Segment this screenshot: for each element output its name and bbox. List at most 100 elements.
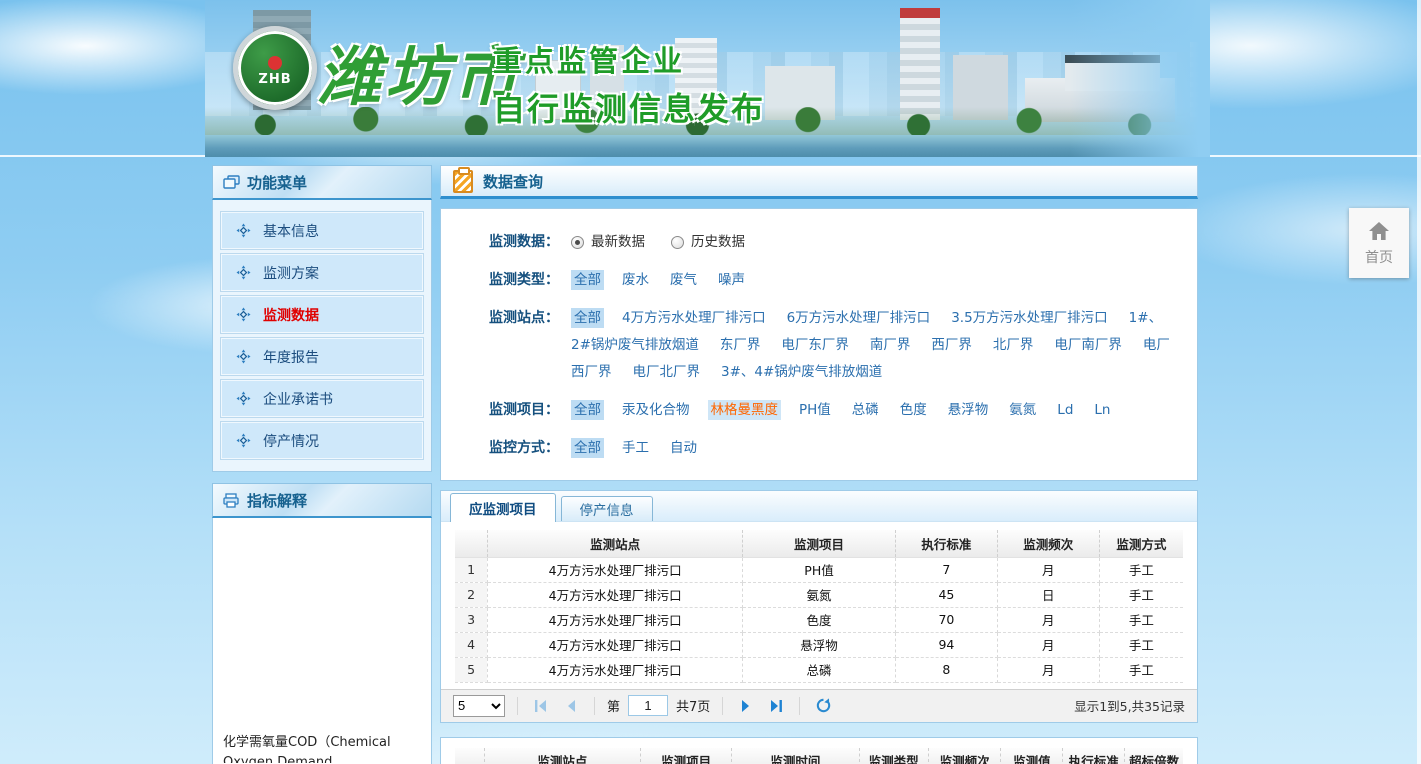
type-option-link[interactable]: 噪声	[715, 270, 748, 290]
item-option-link[interactable]: Ln	[1091, 400, 1113, 420]
station-option-link[interactable]: 电厂东厂界	[778, 335, 852, 355]
table1-col-standard: 执行标准	[895, 530, 997, 557]
compass-diamond-icon	[236, 265, 251, 280]
sidebar-menu-item[interactable]: 监测数据	[221, 296, 423, 333]
item-option-link[interactable]: 全部	[571, 400, 604, 420]
table1-col-method: 监测方式	[1099, 530, 1183, 557]
item-option-link[interactable]: 总磷	[849, 400, 882, 420]
next-page-button[interactable]	[735, 695, 757, 717]
item-option-link[interactable]: 林格曼黑度	[708, 400, 782, 420]
tab-monitoring-items[interactable]: 应监测项目	[450, 493, 556, 522]
home-button[interactable]: 首页	[1349, 208, 1409, 278]
cell-freq: 月	[997, 557, 1099, 582]
sidebar-menu-item-label: 监测数据	[263, 305, 319, 325]
item-option-link[interactable]: Ld	[1054, 400, 1076, 420]
main-panel: 数据查询 监测数据： 最新数据 历史数据 监测类型：	[440, 165, 1198, 764]
tab-shutdown-info[interactable]: 停产信息	[561, 496, 653, 521]
sidebar-menu-body: 基本信息 监测方案	[212, 200, 432, 472]
results-table-box: 监测站点 监测项目 监测时间 监测类型 监测频次 监测值 执行标准 超标倍数 1	[440, 737, 1198, 764]
station-option-link[interactable]: 6万方污水处理厂排污口	[784, 308, 934, 328]
indicator-header: 指标解释	[212, 483, 432, 518]
cell-item: 总磷	[743, 657, 896, 682]
cell-method: 手工	[1099, 557, 1183, 582]
station-option-link[interactable]: 全部	[571, 308, 604, 328]
content-area: 功能菜单 基本信息	[212, 165, 1198, 764]
station-option-link[interactable]: 东厂界	[717, 335, 764, 355]
radio-latest-data[interactable]: 最新数据	[571, 229, 645, 256]
compass-diamond-icon	[236, 223, 251, 238]
first-page-button[interactable]	[530, 695, 552, 717]
type-option-link[interactable]: 全部	[571, 270, 604, 290]
cell-standard: 70	[895, 607, 997, 632]
sidebar-menu-item[interactable]: 企业承诺书	[221, 380, 423, 417]
page-size-select[interactable]: 5	[453, 695, 505, 717]
item-option-link[interactable]: 汞及化合物	[619, 400, 693, 420]
compass-diamond-icon	[236, 433, 251, 448]
filter-row-item: 监测项目： 全部汞及化合物林格曼黑度PH值总磷色度悬浮物氨氮LdLn	[489, 397, 1179, 424]
station-option-link[interactable]: 3#、4#锅炉废气排放烟道	[718, 362, 885, 382]
prev-page-button[interactable]	[560, 695, 582, 717]
method-option-link[interactable]: 全部	[571, 438, 604, 458]
method-option-link[interactable]: 自动	[667, 438, 700, 458]
page-prefix: 第	[607, 696, 620, 715]
station-option-link[interactable]: 3.5万方污水处理厂排污口	[948, 308, 1110, 328]
radio-history-icon[interactable]	[671, 236, 684, 249]
station-option-link[interactable]: 电厂南厂界	[1051, 335, 1125, 355]
row-number: 2	[455, 582, 488, 607]
station-option-link[interactable]: 北厂界	[990, 335, 1037, 355]
radio-latest-icon[interactable]	[571, 236, 584, 249]
sidebar-menu-item[interactable]: 年度报告	[221, 338, 423, 375]
row-number: 3	[455, 607, 488, 632]
table1-wrap: 监测站点 监测项目 执行标准 监测频次 监测方式 1 4万方污水处理厂排污口	[441, 522, 1197, 683]
page-number-input[interactable]	[628, 695, 668, 716]
table1-col-item: 监测项目	[743, 530, 896, 557]
sidebar-menu-item[interactable]: 基本信息	[221, 212, 423, 249]
item-option-link[interactable]: PH值	[796, 400, 834, 420]
query-title: 数据查询	[483, 171, 543, 192]
cell-station: 4万方污水处理厂排污口	[488, 607, 743, 632]
home-icon	[1367, 220, 1391, 242]
table1-row[interactable]: 4 4万方污水处理厂排污口 悬浮物 94 月 手工	[455, 632, 1183, 657]
marquee-line1: 化学需氧量COD（Chemical	[223, 733, 421, 753]
cell-freq: 月	[997, 657, 1099, 682]
record-summary: 显示1到5,共35记录	[1074, 696, 1185, 715]
table1-row[interactable]: 1 4万方污水处理厂排污口 PH值 7 月 手工	[455, 557, 1183, 582]
tab-bar: 应监测项目 停产信息	[441, 491, 1197, 522]
sidebar-menu-item-label: 监测方案	[263, 263, 319, 283]
item-option-link[interactable]: 氨氮	[1006, 400, 1039, 420]
station-option-link[interactable]: 电厂北厂界	[630, 362, 704, 382]
radio-history-data[interactable]: 历史数据	[671, 229, 745, 256]
sidebar-menu-item[interactable]: 停产情况	[221, 422, 423, 459]
results-table: 监测站点 监测项目 监测时间 监测类型 监测频次 监测值 执行标准 超标倍数 1	[455, 748, 1183, 764]
cell-item: 色度	[743, 607, 896, 632]
scrollbar-track[interactable]	[1417, 0, 1421, 764]
cell-freq: 日	[997, 582, 1099, 607]
cell-station: 4万方污水处理厂排污口	[488, 632, 743, 657]
table2-col-value: 监测值	[1001, 748, 1063, 764]
table2-col-ratio: 超标倍数	[1125, 748, 1183, 764]
station-option-link[interactable]: 4万方污水处理厂排污口	[619, 308, 769, 328]
table2-col-time: 监测时间	[732, 748, 859, 764]
item-option-link[interactable]: 悬浮物	[945, 400, 992, 420]
table1-row[interactable]: 5 4万方污水处理厂排污口 总磷 8 月 手工	[455, 657, 1183, 682]
table1-row[interactable]: 2 4万方污水处理厂排污口 氨氮 45 日 手工	[455, 582, 1183, 607]
table1-row[interactable]: 3 4万方污水处理厂排污口 色度 70 月 手工	[455, 607, 1183, 632]
station-option-link[interactable]: 南厂界	[867, 335, 914, 355]
method-option-link[interactable]: 手工	[619, 438, 652, 458]
type-option-link[interactable]: 废水	[619, 270, 652, 290]
site-title-line1: 重点监管企业	[493, 38, 765, 80]
sidebar-menu-item-label: 企业承诺书	[263, 389, 333, 409]
clipboard-icon	[453, 170, 473, 193]
table2-header-row: 监测站点 监测项目 监测时间 监测类型 监测频次 监测值 执行标准 超标倍数	[455, 748, 1183, 764]
sidebar-menu-item[interactable]: 监测方案	[221, 254, 423, 291]
last-page-button[interactable]	[765, 695, 787, 717]
refresh-button[interactable]	[812, 695, 834, 717]
query-header: 数据查询	[440, 165, 1198, 199]
sidebar-menu-header: 功能菜单	[212, 165, 432, 200]
item-option-link[interactable]: 色度	[897, 400, 930, 420]
cell-item: 氨氮	[743, 582, 896, 607]
station-option-link[interactable]: 西厂界	[928, 335, 975, 355]
type-option-link[interactable]: 废气	[667, 270, 700, 290]
site-title-line2: 自行监测信息发布	[493, 84, 765, 130]
folder-icon	[223, 175, 240, 190]
